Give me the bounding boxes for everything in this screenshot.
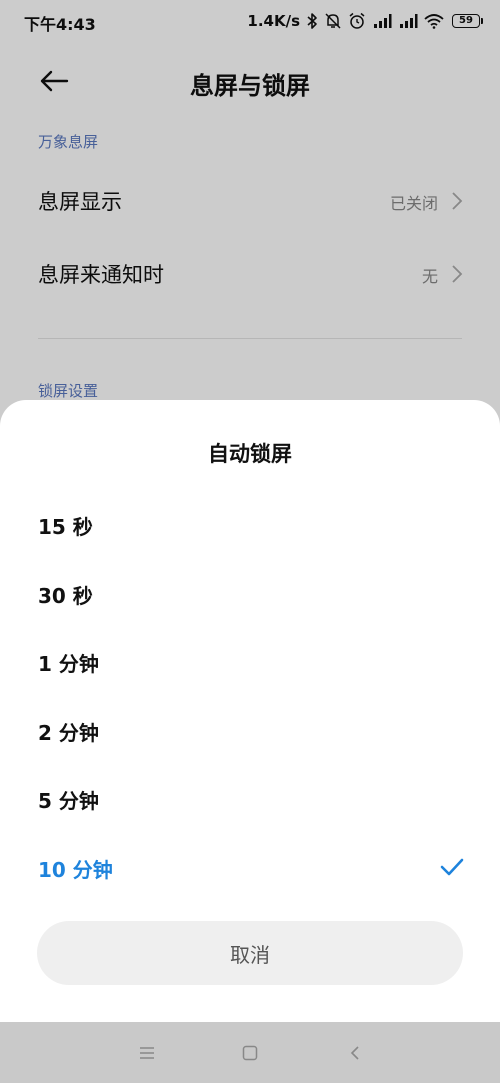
option-label: 5 分钟	[38, 789, 99, 813]
sheet-title: 自动锁屏	[208, 442, 292, 466]
nav-home-button[interactable]	[233, 1036, 267, 1070]
chevron-left-icon	[350, 1046, 359, 1060]
option-1min[interactable]: 1 分钟	[0, 633, 500, 693]
option-label: 15 秒	[38, 515, 93, 539]
option-label: 10 分钟	[38, 858, 113, 882]
auto-lock-sheet: 自动锁屏 15 秒 30 秒 1 分钟 2 分钟 5 分钟 10 分钟 取消	[0, 400, 500, 1022]
option-15s[interactable]: 15 秒	[0, 496, 500, 556]
menu-icon	[140, 1047, 154, 1059]
option-label: 1 分钟	[38, 652, 99, 676]
option-2min[interactable]: 2 分钟	[0, 702, 500, 762]
option-5min[interactable]: 5 分钟	[0, 770, 500, 830]
nav-back-button[interactable]	[338, 1036, 372, 1070]
navigation-bar	[0, 1022, 500, 1083]
cancel-button[interactable]: 取消	[37, 921, 463, 985]
nav-menu-button[interactable]	[130, 1036, 164, 1070]
option-10min[interactable]: 10 分钟	[0, 839, 500, 899]
option-30s[interactable]: 30 秒	[0, 565, 500, 625]
square-home-icon	[242, 1045, 258, 1061]
option-label: 2 分钟	[38, 721, 99, 745]
option-label: 30 秒	[38, 584, 93, 608]
check-icon	[440, 858, 464, 876]
